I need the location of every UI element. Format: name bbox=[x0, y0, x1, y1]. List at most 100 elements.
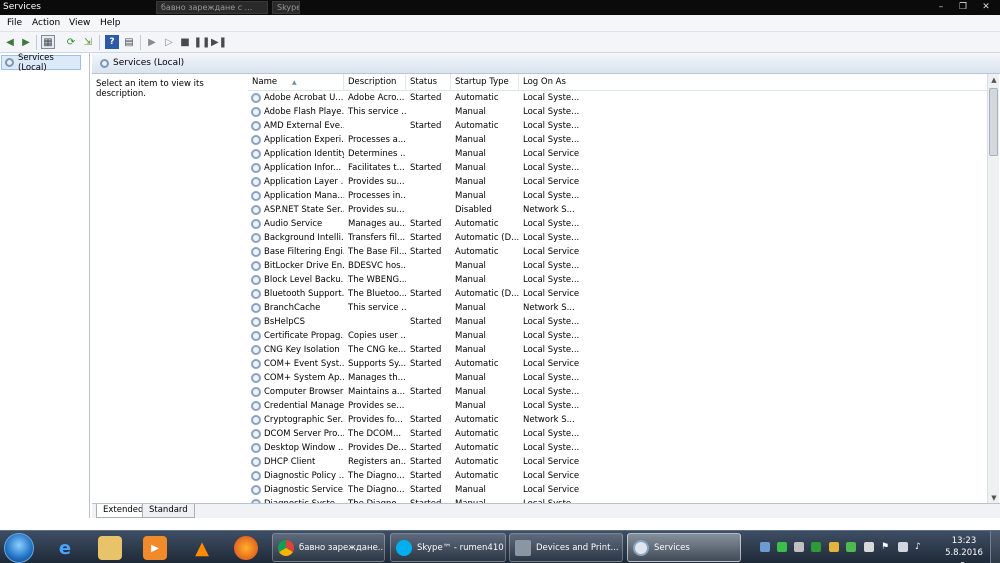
menu-action[interactable]: Action bbox=[32, 18, 60, 28]
table-row[interactable]: Credential Manager Provides se... Manual Lo… bbox=[248, 399, 988, 413]
maximize-button[interactable]: ❐ bbox=[952, 0, 974, 14]
service-log-on-as: Local Service bbox=[523, 485, 579, 495]
flag-icon[interactable]: ⚑ bbox=[881, 542, 891, 552]
table-row[interactable]: Background Intelli... Transfers fil... Sta… bbox=[248, 231, 988, 245]
service-log-on-as: Local Syste... bbox=[523, 387, 579, 397]
firefox-icon[interactable] bbox=[234, 536, 258, 560]
taskbar-button-skype[interactable]: Skype™ - rumen410 bbox=[390, 533, 506, 562]
column-header-log-on-as[interactable]: Log On As bbox=[519, 74, 579, 91]
scroll-thumb[interactable] bbox=[989, 88, 998, 156]
scroll-up-icon[interactable]: ▲ bbox=[988, 74, 1000, 86]
service-startup-type: Manual bbox=[455, 107, 486, 117]
taskbar-button-chrome[interactable]: бавно зареждане... bbox=[272, 533, 385, 562]
vertical-scrollbar[interactable]: ▲ ▼ bbox=[987, 74, 999, 504]
stop-service-icon[interactable]: ■ bbox=[178, 35, 192, 49]
column-header-name[interactable]: Name ▲ bbox=[248, 74, 344, 91]
table-row[interactable]: Adobe Acrobat U... Adobe Acro... Started Au… bbox=[248, 91, 988, 105]
service-startup-type: Automatic bbox=[455, 247, 499, 257]
service-description: Provides se... bbox=[348, 401, 405, 411]
taskbar-button-services[interactable]: Services bbox=[627, 533, 741, 562]
tray-icon-5[interactable] bbox=[829, 542, 839, 552]
table-row[interactable]: DCOM Server Pro... The DCOM... Started Auto… bbox=[248, 427, 988, 441]
table-row[interactable]: Application Identity Determines ... Manual… bbox=[248, 147, 988, 161]
start-service-icon[interactable]: ▶ bbox=[145, 35, 159, 49]
table-row[interactable]: BranchCache This service ... Manual Network… bbox=[248, 301, 988, 315]
forward-icon[interactable]: ▶ bbox=[19, 35, 33, 49]
pause-service-icon[interactable]: ❚❚ bbox=[194, 35, 211, 49]
table-row[interactable]: CNG Key Isolation The CNG ke... Started Man… bbox=[248, 343, 988, 357]
table-row[interactable]: Block Level Backu... The WBENG... Manual Lo… bbox=[248, 273, 988, 287]
column-header-startup-type[interactable]: Startup Type bbox=[451, 74, 519, 91]
minimize-button[interactable]: – bbox=[930, 0, 952, 14]
table-row[interactable]: Bluetooth Support... The Bluetoo... Starte… bbox=[248, 287, 988, 301]
help-icon[interactable]: ? bbox=[105, 35, 119, 49]
table-row[interactable]: Application Layer ... Provides su... Manua… bbox=[248, 175, 988, 189]
media-player-icon[interactable]: ▶ bbox=[143, 536, 167, 560]
menu-view[interactable]: View bbox=[69, 18, 90, 28]
restart-service-icon[interactable]: ▶❚ bbox=[211, 35, 227, 49]
column-header-status[interactable]: Status bbox=[406, 74, 451, 91]
volume-icon[interactable]: ♪ bbox=[915, 542, 925, 552]
tray-icon-2[interactable] bbox=[777, 542, 787, 552]
network-icon[interactable] bbox=[898, 542, 908, 552]
properties-icon[interactable]: ▤ bbox=[122, 35, 136, 49]
service-name: Audio Service bbox=[248, 217, 344, 231]
table-row[interactable]: ASP.NET State Ser... Provides su... Disabl… bbox=[248, 203, 988, 217]
table-row[interactable]: COM+ System Ap... Manages th... Manual Loca… bbox=[248, 371, 988, 385]
tab-standard[interactable]: Standard bbox=[142, 504, 195, 518]
service-description: Manages au... bbox=[348, 219, 406, 229]
table-row[interactable]: Diagnostic Policy ... The Diagno... Starte… bbox=[248, 469, 988, 483]
tray-icon-1[interactable] bbox=[760, 542, 770, 552]
show-hide-tree-icon[interactable]: ▦ bbox=[41, 35, 55, 49]
service-log-on-as: Network S... bbox=[523, 415, 575, 425]
tray-icon-7[interactable] bbox=[864, 542, 874, 552]
tray-icon-4[interactable] bbox=[811, 542, 821, 552]
table-row[interactable]: Audio Service Manages au... Started Automat… bbox=[248, 217, 988, 231]
service-startup-type: Automatic bbox=[455, 359, 499, 369]
taskbar-button-devices[interactable]: Devices and Print... bbox=[509, 533, 623, 562]
table-row[interactable]: Base Filtering Engi... The Base Fil... Sta… bbox=[248, 245, 988, 259]
menu-help[interactable]: Help bbox=[100, 18, 121, 28]
service-startup-type: Manual bbox=[455, 345, 486, 355]
internet-explorer-icon[interactable]: e bbox=[53, 536, 77, 560]
service-name: Adobe Acrobat U... bbox=[248, 91, 344, 105]
start-button[interactable] bbox=[4, 533, 34, 563]
service-status bbox=[406, 329, 451, 343]
tray-icon-3[interactable] bbox=[794, 542, 804, 552]
clock[interactable]: 13:23 5.8.2016 г. bbox=[942, 535, 986, 563]
table-row[interactable]: DHCP Client Registers an... Started Automat… bbox=[248, 455, 988, 469]
table-row[interactable]: Desktop Window ... Provides De... Started A… bbox=[248, 441, 988, 455]
export-list-icon[interactable]: ⇲ bbox=[81, 35, 95, 49]
table-row[interactable]: BitLocker Drive En... BDESVC hos... Manual… bbox=[248, 259, 988, 273]
table-row[interactable]: Application Infor... Facilitates t... Star… bbox=[248, 161, 988, 175]
service-startup-type: Automatic bbox=[455, 415, 499, 425]
table-row[interactable]: Application Mana... Processes in... Manual… bbox=[248, 189, 988, 203]
show-desktop-button[interactable] bbox=[990, 531, 1000, 563]
refresh-icon[interactable]: ⟳ bbox=[64, 35, 78, 49]
start-service-alt-icon[interactable]: ▷ bbox=[162, 35, 176, 49]
table-row[interactable]: AMD External Eve... Started Automatic Local… bbox=[248, 119, 988, 133]
menu-file[interactable]: File bbox=[7, 18, 22, 28]
service-description: The Diagno... bbox=[348, 471, 405, 481]
file-explorer-icon[interactable] bbox=[98, 536, 122, 560]
table-row[interactable]: Cryptographic Ser... Provides fo... Starte… bbox=[248, 413, 988, 427]
service-startup-type: Manual bbox=[455, 191, 486, 201]
table-row[interactable]: Certificate Propag... Copies user ... Manu… bbox=[248, 329, 988, 343]
table-row[interactable]: Diagnostic Service... The Diagno... Starte… bbox=[248, 483, 988, 497]
service-name: COM+ Event Syst... bbox=[248, 357, 344, 371]
tray-icon-6[interactable] bbox=[846, 542, 856, 552]
column-header-description[interactable]: Description bbox=[344, 74, 406, 91]
service-gear-icon bbox=[251, 233, 261, 243]
table-row[interactable]: COM+ Event Syst... Supports Sy... Started A… bbox=[248, 357, 988, 371]
vlc-icon[interactable]: ▲ bbox=[190, 536, 214, 560]
table-row[interactable]: Computer Browser Maintains a... Started Man… bbox=[248, 385, 988, 399]
service-name: Credential Manager bbox=[248, 399, 344, 413]
table-row[interactable]: Application Experi... Processes a... Manua… bbox=[248, 133, 988, 147]
back-icon[interactable]: ◀ bbox=[3, 35, 17, 49]
table-row[interactable]: Adobe Flash Playe... This service ... Manu… bbox=[248, 105, 988, 119]
tree-node-services-local[interactable]: Services (Local) bbox=[1, 53, 81, 73]
table-row[interactable]: BsHelpCS Started Manual Local Syste... bbox=[248, 315, 988, 329]
service-gear-icon bbox=[251, 163, 261, 173]
service-description: Copies user ... bbox=[348, 331, 406, 341]
close-button[interactable]: ✕ bbox=[975, 0, 997, 14]
